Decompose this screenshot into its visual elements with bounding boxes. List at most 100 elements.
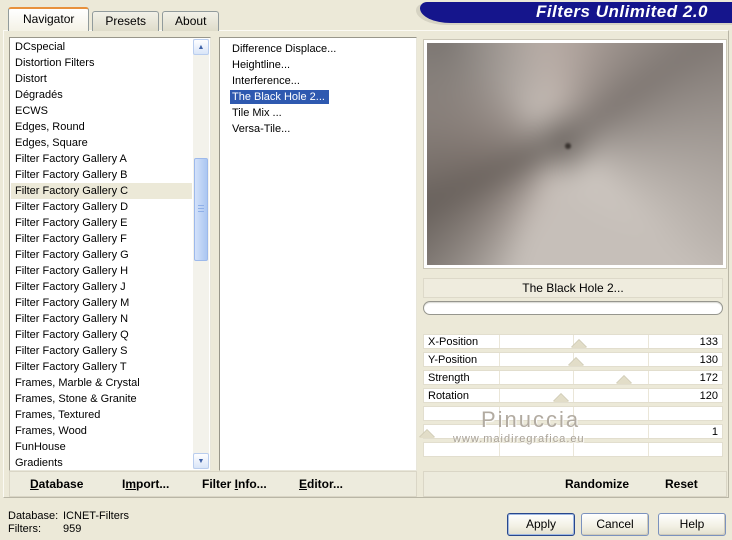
- filter-list-item-label: Versa-Tile...: [232, 123, 291, 135]
- tab-presets[interactable]: Presets: [92, 11, 160, 31]
- category-list-item[interactable]: Filter Factory Gallery T: [11, 359, 192, 375]
- toolbar-right-strip: Randomize Reset: [423, 471, 727, 497]
- watermark-url: www.maidiregrafica.eu: [453, 433, 585, 445]
- slider-tick: [647, 407, 649, 420]
- left-button-3[interactable]: Editor...: [299, 477, 343, 491]
- filter-list-item[interactable]: Tile Mix ...: [221, 105, 415, 121]
- category-list[interactable]: DCspecial Distortion Filters Distort Dégrad…: [9, 37, 211, 471]
- slider-tick: [498, 389, 500, 402]
- preview-panel: The Black Hole 2... X-Position 133 Y-Posit…: [418, 37, 727, 471]
- category-list-items: DCspecial Distortion Filters Distort Dégrad…: [11, 39, 192, 470]
- apply-button[interactable]: Apply: [507, 513, 575, 536]
- slider-marker[interactable]: [615, 376, 632, 384]
- filter-list[interactable]: Difference Displace... Heightline... Inter…: [219, 37, 417, 471]
- category-list-item[interactable]: Filter Factory Gallery F: [11, 231, 192, 247]
- category-list-item[interactable]: Dégradés: [11, 87, 192, 103]
- scrollbar-thumb[interactable]: [194, 158, 208, 261]
- category-list-item[interactable]: Distortion Filters: [11, 55, 192, 71]
- slider-marker[interactable]: [418, 430, 435, 438]
- slider-tick: [647, 335, 649, 348]
- swirl-graphic: [427, 43, 723, 265]
- left-label-post: port...: [136, 477, 170, 491]
- slider-marker[interactable]: [553, 394, 570, 402]
- tab-navigator[interactable]: Navigator: [8, 7, 90, 31]
- category-list-item[interactable]: Frames, Stone & Granite: [11, 391, 192, 407]
- category-list-item[interactable]: Filter Factory Gallery N: [11, 311, 192, 327]
- status-value: 959: [63, 523, 82, 535]
- left-label-key: E: [299, 477, 308, 491]
- category-list-item[interactable]: Frames, Textured: [11, 407, 192, 423]
- filter-list-item[interactable]: Versa-Tile...: [221, 121, 415, 137]
- window-title: Filters Unlimited 2.0: [535, 2, 708, 21]
- status-row: Database: ICNET-Filters: [8, 510, 129, 522]
- help-button[interactable]: Help: [658, 513, 726, 536]
- slider-marker[interactable]: [570, 340, 587, 348]
- category-list-item[interactable]: ECWS: [11, 103, 192, 119]
- filter-list-item[interactable]: Heightline...: [221, 57, 415, 73]
- status-row: Filters: 959: [8, 523, 81, 535]
- parameter-label: Rotation: [428, 390, 469, 402]
- category-list-item[interactable]: Distort: [11, 71, 192, 87]
- left-label-post: ditor...: [307, 477, 344, 491]
- parameter-value: 133: [699, 336, 718, 348]
- category-list-item[interactable]: Filter Factory Gallery C: [11, 183, 192, 199]
- arrow-down-icon: ▼: [197, 457, 205, 465]
- filter-list-item[interactable]: Difference Displace...: [221, 41, 415, 57]
- category-list-item[interactable]: Frames, Wood: [11, 423, 192, 439]
- toolbar-left-strip: Database Import... Filter Info... Editor...: [9, 471, 417, 497]
- navigator-tab-page: DCspecial Distortion Filters Distort Dégrad…: [3, 30, 729, 498]
- slider-tick: [647, 425, 649, 438]
- watermark-name: Pinuccia: [481, 407, 581, 432]
- filter-list-item[interactable]: Interference...: [221, 73, 415, 89]
- category-list-item[interactable]: Filter Factory Gallery M: [11, 295, 192, 311]
- category-list-item[interactable]: Filter Factory Gallery A: [11, 151, 192, 167]
- filter-list-items: Difference Displace... Heightline... Inter…: [221, 41, 415, 137]
- slider-tick: [498, 353, 500, 366]
- category-list-item[interactable]: Gradients: [11, 455, 192, 470]
- right-label-pre: Reset: [665, 477, 698, 491]
- parameter-row[interactable]: Strength 172: [423, 370, 723, 385]
- filter-list-item-label: Difference Displace...: [232, 43, 337, 55]
- category-list-item[interactable]: Filter Factory Gallery E: [11, 215, 192, 231]
- category-list-item[interactable]: Frames, Marble & Crystal: [11, 375, 192, 391]
- slider-tick: [498, 371, 500, 384]
- category-scrollbar[interactable]: ▲ ▼: [193, 39, 209, 469]
- slider-tick: [647, 371, 649, 384]
- category-list-item[interactable]: Filter Factory Gallery Q: [11, 327, 192, 343]
- left-button-0[interactable]: Database: [30, 477, 83, 491]
- category-list-item[interactable]: Edges, Square: [11, 135, 192, 151]
- category-list-item[interactable]: DCspecial: [11, 39, 192, 55]
- category-list-item[interactable]: FunHouse: [11, 439, 192, 455]
- swirl-center-dot: [564, 142, 571, 149]
- category-list-item[interactable]: Filter Factory Gallery D: [11, 199, 192, 215]
- tab-about[interactable]: About: [162, 11, 220, 31]
- filter-list-item-label: Interference...: [232, 75, 300, 87]
- category-list-item[interactable]: Filter Factory Gallery J: [11, 279, 192, 295]
- left-button-2[interactable]: Filter Info...: [202, 477, 267, 491]
- scroll-down-button[interactable]: ▼: [193, 453, 209, 469]
- parameter-row[interactable]: Rotation 120: [423, 388, 723, 403]
- filter-list-item-label: The Black Hole 2...: [230, 90, 329, 104]
- right-button-1[interactable]: Reset: [665, 477, 698, 491]
- scroll-up-button[interactable]: ▲: [193, 39, 209, 55]
- cancel-button[interactable]: Cancel: [581, 513, 649, 536]
- parameter-value: 172: [699, 372, 718, 384]
- selected-filter-caption: The Black Hole 2...: [423, 278, 723, 298]
- category-list-item[interactable]: Edges, Round: [11, 119, 192, 135]
- parameter-value: 120: [699, 390, 718, 402]
- category-list-item[interactable]: Filter Factory Gallery S: [11, 343, 192, 359]
- parameter-label: Strength: [428, 372, 470, 384]
- slider-marker[interactable]: [567, 358, 584, 366]
- parameter-row[interactable]: Y-Position 130: [423, 352, 723, 367]
- preview-image[interactable]: [427, 43, 723, 265]
- parameter-label: X-Position: [428, 336, 479, 348]
- filter-list-item[interactable]: The Black Hole 2...: [221, 89, 415, 105]
- slider-tick: [647, 353, 649, 366]
- tab-bar: Navigator Presets About: [8, 6, 222, 31]
- parameter-row[interactable]: X-Position 133: [423, 334, 723, 349]
- left-button-1[interactable]: Import...: [122, 477, 169, 491]
- right-button-0[interactable]: Randomize: [565, 477, 629, 491]
- category-list-item[interactable]: Filter Factory Gallery H: [11, 263, 192, 279]
- category-list-item[interactable]: Filter Factory Gallery B: [11, 167, 192, 183]
- category-list-item[interactable]: Filter Factory Gallery G: [11, 247, 192, 263]
